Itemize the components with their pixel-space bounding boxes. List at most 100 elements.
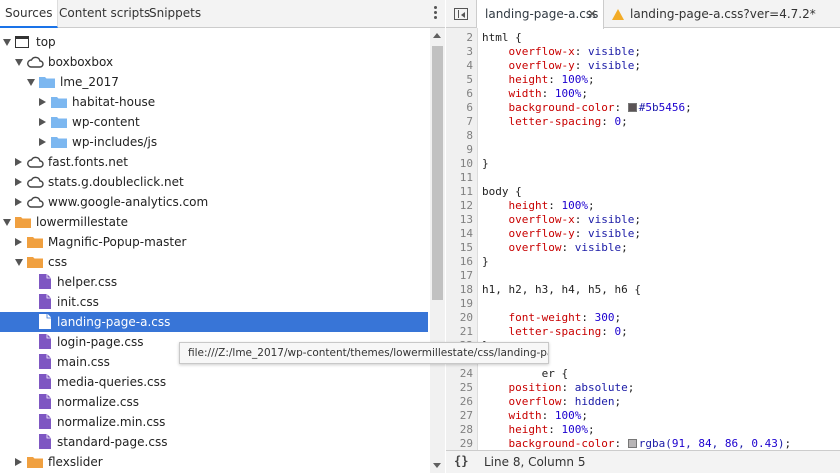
toggle-navigator-icon[interactable] bbox=[454, 8, 468, 20]
line-number: 16 bbox=[459, 255, 473, 268]
code-line: 14 overflow-y: visible; bbox=[446, 227, 840, 241]
navigator-scrollbar[interactable] bbox=[430, 28, 445, 473]
expand-arrow-right-icon[interactable] bbox=[15, 178, 22, 186]
expand-arrow-down-icon[interactable] bbox=[27, 79, 35, 86]
tree-file-item[interactable]: landing-page-a.css bbox=[0, 312, 428, 332]
code-line: 5 height: 100%; bbox=[446, 73, 840, 87]
cloud-icon bbox=[27, 56, 44, 68]
more-options-icon[interactable] bbox=[433, 6, 439, 22]
code-text: width: 100%; bbox=[508, 409, 589, 422]
css-file-icon bbox=[39, 334, 51, 349]
tree-item-label: main.css bbox=[57, 355, 110, 369]
tree-item-label: wp-includes/js bbox=[72, 135, 158, 149]
code-text: overflow: hidden; bbox=[508, 395, 622, 408]
expand-arrow-right-icon[interactable] bbox=[39, 118, 46, 126]
folder-icon bbox=[27, 237, 43, 248]
color-swatch-icon[interactable] bbox=[627, 103, 637, 112]
tree-item-label: Magnific-Popup-master bbox=[48, 235, 187, 249]
line-number: 7 bbox=[466, 115, 473, 128]
tree-folder-item[interactable]: lme_2017 bbox=[0, 72, 428, 92]
code-text: height: 100%; bbox=[508, 199, 595, 212]
code-line: 28 height: 100%; bbox=[446, 423, 840, 437]
pretty-print-button[interactable]: {} bbox=[454, 454, 468, 468]
tree-folder-item[interactable]: fast.fonts.net bbox=[0, 152, 428, 172]
tree-file-item[interactable]: normalize.min.css bbox=[0, 412, 428, 432]
tree-folder-item[interactable]: lowermillestate bbox=[0, 212, 428, 232]
tree-item-label: lowermillestate bbox=[36, 215, 129, 229]
tab-content-scripts[interactable]: Content scripts bbox=[54, 0, 155, 27]
tree-item-label: init.css bbox=[57, 295, 99, 309]
code-line: 27 width: 100%; bbox=[446, 409, 840, 423]
code-line: 2 html { bbox=[446, 31, 840, 45]
tab-snippets[interactable]: Snippets bbox=[144, 0, 206, 27]
tree-item-label: boxboxbox bbox=[48, 55, 114, 69]
code-line: 7 letter-spacing: 0; bbox=[446, 115, 840, 129]
expand-arrow-right-icon[interactable] bbox=[39, 138, 46, 146]
expand-arrow-down-icon[interactable] bbox=[15, 259, 23, 266]
file-path-tooltip: file:///Z:/lme_2017/wp-content/themes/lo… bbox=[179, 342, 549, 364]
tree-file-item[interactable]: media-queries.css bbox=[0, 372, 428, 392]
tree-item-label: media-queries.css bbox=[57, 375, 167, 389]
code-line: 3 overflow-x: visible; bbox=[446, 45, 840, 59]
code-line: 13 overflow-x: visible; bbox=[446, 213, 840, 227]
css-file-icon bbox=[39, 354, 51, 369]
tree-folder-item[interactable]: www.google-analytics.com bbox=[0, 192, 428, 212]
line-number: 18 bbox=[459, 283, 473, 296]
expand-arrow-right-icon[interactable] bbox=[15, 238, 22, 246]
code-editor[interactable]: 2 html {3 overflow-x: visible; 4 overflow-… bbox=[446, 28, 840, 450]
tree-folder-item[interactable]: habitat-house bbox=[0, 92, 428, 112]
tree-folder-item[interactable]: top bbox=[0, 32, 428, 52]
expand-arrow-right-icon[interactable] bbox=[15, 198, 22, 206]
code-line: 16} bbox=[446, 255, 840, 269]
close-icon[interactable]: ✕ bbox=[587, 0, 597, 28]
tree-folder-item[interactable]: css bbox=[0, 252, 428, 272]
line-number: 11 bbox=[459, 185, 473, 198]
folder-icon bbox=[39, 77, 55, 88]
expand-arrow-down-icon[interactable] bbox=[3, 39, 11, 46]
folder-icon bbox=[51, 97, 67, 108]
tree-folder-item[interactable]: flexslider bbox=[0, 452, 428, 472]
expand-arrow-down-icon[interactable] bbox=[15, 59, 23, 66]
code-text: overflow-x: visible; bbox=[508, 45, 641, 58]
code-line: 17 bbox=[446, 269, 840, 283]
tree-item-label: normalize.min.css bbox=[57, 415, 166, 429]
line-number: 4 bbox=[466, 59, 473, 72]
tree-folder-item[interactable]: wp-content bbox=[0, 112, 428, 132]
tree-folder-item[interactable]: boxboxbox bbox=[0, 52, 428, 72]
tree-folder-item[interactable]: Magnific-Popup-master bbox=[0, 232, 428, 252]
tree-file-item[interactable]: normalize.css bbox=[0, 392, 428, 412]
expand-arrow-down-icon[interactable] bbox=[3, 219, 11, 226]
folder-icon bbox=[15, 217, 31, 228]
tab-sources[interactable]: Sources bbox=[0, 0, 59, 28]
tree-file-item[interactable]: helper.css bbox=[0, 272, 428, 292]
css-file-icon bbox=[39, 314, 51, 329]
code-line: 15 overflow: visible; bbox=[446, 241, 840, 255]
editor-tab-active[interactable]: landing-page-a.css ✕ bbox=[476, 0, 604, 29]
expand-arrow-right-icon[interactable] bbox=[15, 158, 22, 166]
code-line: 18 h1, h2, h3, h4, h5, h6 { bbox=[446, 283, 840, 297]
scrollbar-thumb[interactable] bbox=[432, 46, 443, 300]
navigator-tabs: Sources Content scripts Snippets bbox=[0, 0, 445, 28]
code-text: html { bbox=[482, 31, 522, 44]
code-line: 12 height: 100%; bbox=[446, 199, 840, 213]
scroll-up-icon[interactable] bbox=[433, 33, 441, 38]
editor-tab-modified[interactable]: landing-page-a.css?ver=4.7.2* bbox=[606, 0, 840, 28]
scroll-down-icon[interactable] bbox=[433, 463, 441, 468]
code-line: 11 body { bbox=[446, 185, 840, 199]
code-line: 4 overflow-y: visible; bbox=[446, 59, 840, 73]
tree-file-item[interactable]: standard-page.css bbox=[0, 432, 428, 452]
color-swatch-icon[interactable] bbox=[627, 439, 637, 448]
tree-item-label: top bbox=[36, 35, 56, 49]
tree-folder-item[interactable]: wp-includes/js bbox=[0, 132, 428, 152]
tree-item-label: wp-content bbox=[72, 115, 140, 129]
line-number: 12 bbox=[459, 199, 473, 212]
expand-arrow-right-icon[interactable] bbox=[15, 458, 22, 466]
code-text: overflow: visible; bbox=[508, 241, 628, 254]
expand-arrow-right-icon[interactable] bbox=[39, 98, 46, 106]
tree-folder-item[interactable]: stats.g.doubleclick.net bbox=[0, 172, 428, 192]
tree-item-label: www.google-analytics.com bbox=[48, 195, 209, 209]
tree-file-item[interactable]: init.css bbox=[0, 292, 428, 312]
css-file-icon bbox=[39, 274, 51, 289]
editor-pane: landing-page-a.css ✕ landing-page-a.css?… bbox=[446, 0, 840, 473]
code-line: 10} bbox=[446, 157, 840, 171]
